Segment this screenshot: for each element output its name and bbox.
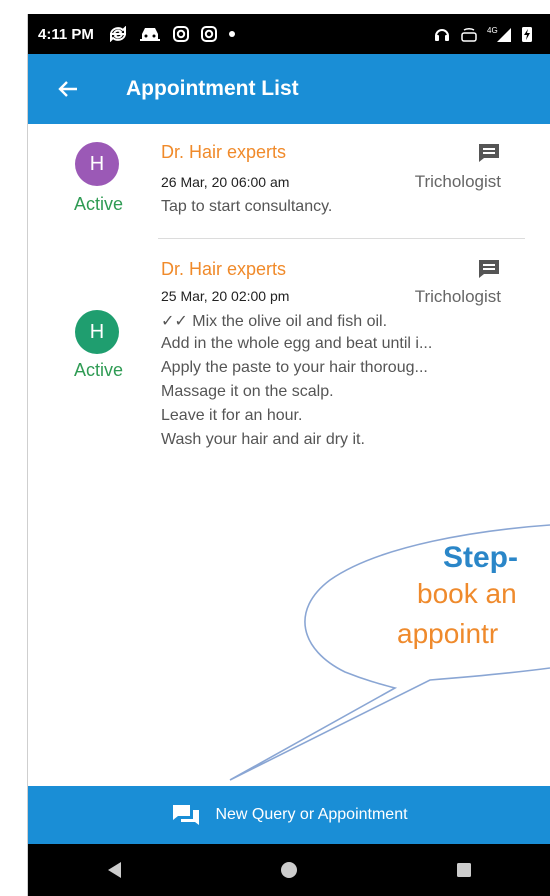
callout-line-2: appointr <box>397 618 499 649</box>
message-line: Leave it for an hour. <box>161 407 303 424</box>
appointment-item[interactable]: H Active Dr. Hair experts 25 Mar, 20 02:… <box>28 242 550 482</box>
back-button[interactable] <box>48 69 88 109</box>
system-nav-bar <box>28 844 550 896</box>
callout-line-1: book an <box>417 578 517 609</box>
nav-back-button[interactable] <box>95 850 135 890</box>
status-badge: Active <box>74 194 124 214</box>
nav-home-button[interactable] <box>269 850 309 890</box>
status-icons-left <box>108 25 236 43</box>
status-badge: Active <box>74 360 124 380</box>
nav-recents-button[interactable] <box>444 850 484 890</box>
forum-icon <box>171 803 201 827</box>
dot-icon <box>228 30 236 38</box>
4g-signal-icon: 4G <box>487 25 513 43</box>
appointment-datetime: 25 Mar, 20 02:00 pm <box>161 288 290 304</box>
message-line: Wash your hair and air dry it. <box>161 431 365 448</box>
appointment-datetime: 26 Mar, 20 06:00 am <box>161 174 290 190</box>
doctor-name: Dr. Hair experts <box>161 142 287 162</box>
recents-square-icon <box>456 863 471 877</box>
app-bar: Appointment List <box>28 54 550 124</box>
phone-screen: 4:11 PM 4G Appointment List H Active Dr.… <box>27 14 550 896</box>
avatar: H <box>75 310 119 354</box>
avatar-letter: H <box>89 152 105 175</box>
back-triangle-icon <box>108 862 122 878</box>
message-line: Massage it on the scalp. <box>161 383 334 400</box>
status-bar: 4:11 PM 4G <box>28 14 550 54</box>
doctor-name: Dr. Hair experts <box>161 259 287 279</box>
home-circle-icon <box>281 862 298 878</box>
car-icon <box>138 25 162 43</box>
status-time: 4:11 PM <box>38 25 94 43</box>
chat-icon[interactable] <box>477 142 501 164</box>
avatar: H <box>75 142 119 186</box>
new-query-label: New Query or Appointment <box>215 806 408 823</box>
doctor-specialty: Trichologist <box>414 172 501 191</box>
headset-icon <box>433 25 451 43</box>
message-line: Apply the paste to your hair thoroug... <box>161 359 428 376</box>
message-line: Add in the whole egg and beat until i... <box>161 335 433 352</box>
arrow-left-icon <box>58 81 77 97</box>
message-line: ✓✓ Mix the olive oil and fish oil. <box>161 313 388 330</box>
battery-charging-icon <box>521 25 533 43</box>
appointment-item[interactable]: H Active Dr. Hair experts 26 Mar, 20 06:… <box>28 124 550 238</box>
new-query-button[interactable]: New Query or Appointment <box>28 786 550 844</box>
divider <box>158 238 525 239</box>
doctor-specialty: Trichologist <box>414 287 501 306</box>
sync-icon <box>108 26 128 42</box>
callout-step: Step- <box>443 541 518 574</box>
instagram-icon <box>172 25 190 43</box>
status-icons-right: 4G <box>433 25 533 43</box>
instagram-icon <box>200 25 218 43</box>
svg-text:4G: 4G <box>487 26 498 35</box>
avatar-letter: H <box>89 320 105 343</box>
volte-icon <box>459 25 479 43</box>
chat-icon[interactable] <box>477 258 501 280</box>
message-line: Tap to start consultancy. <box>161 198 333 215</box>
page-title: Appointment List <box>126 77 299 100</box>
